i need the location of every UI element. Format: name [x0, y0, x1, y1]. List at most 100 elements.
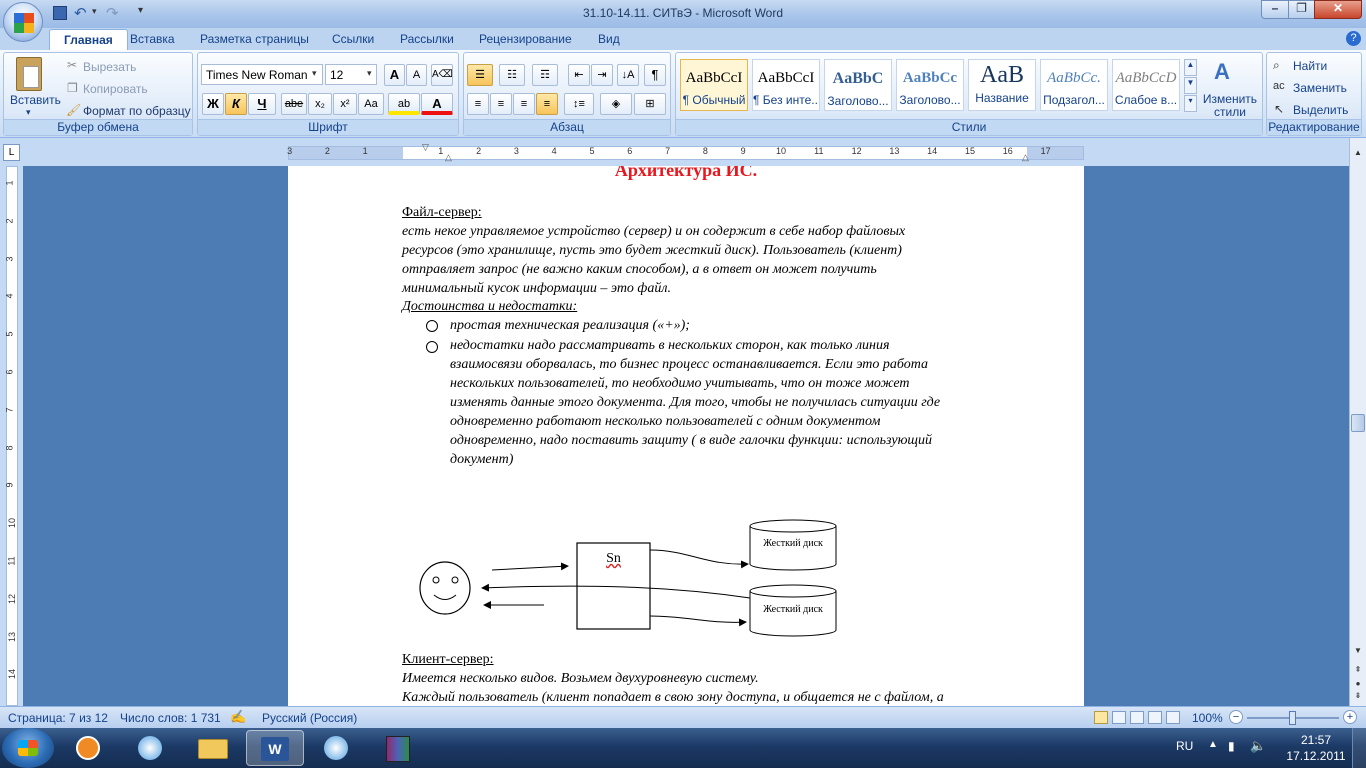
outline-view-icon[interactable]: [1148, 711, 1162, 724]
style-heading-2[interactable]: AaBbCc Заголово...: [896, 59, 964, 111]
maximize-button[interactable]: ❐: [1288, 0, 1315, 19]
borders-icon[interactable]: ⊞: [634, 93, 666, 115]
full-screen-view-icon[interactable]: [1112, 711, 1126, 724]
font-family-select[interactable]: Times New Roman: [201, 64, 323, 85]
style-subtitle[interactable]: AaBbCc. Подзагол...: [1040, 59, 1108, 111]
replace-icon[interactable]: ac: [1273, 80, 1285, 92]
format-painter-button[interactable]: Формат по образцу: [83, 104, 191, 118]
scissors-icon[interactable]: ✂: [67, 58, 77, 72]
minimize-button[interactable]: –: [1261, 0, 1289, 19]
grow-font-icon[interactable]: A: [384, 64, 405, 86]
italic-button[interactable]: К: [225, 93, 247, 115]
tab-mailings[interactable]: Рассылки: [386, 29, 468, 50]
numbering-icon[interactable]: ☷: [499, 64, 525, 86]
bullets-icon[interactable]: ☰: [467, 64, 493, 86]
format-painter-icon[interactable]: 🖌: [66, 103, 81, 117]
sort-icon[interactable]: ↓A: [617, 64, 639, 86]
underline-button[interactable]: Ч: [248, 93, 276, 115]
style-normal[interactable]: AaBbCcI ¶ Обычный: [680, 59, 748, 111]
next-page-icon[interactable]: ⇟: [1351, 691, 1365, 705]
web-layout-view-icon[interactable]: [1130, 711, 1144, 724]
media-player-icon[interactable]: [60, 730, 118, 766]
paste-dropdown-icon[interactable]: ▾: [26, 107, 31, 118]
language-indicator[interactable]: Русский (Россия): [262, 711, 357, 725]
paste-button[interactable]: Вставить: [10, 93, 61, 107]
word-taskbar-icon[interactable]: W: [246, 730, 304, 766]
tab-view[interactable]: Вид: [584, 29, 634, 50]
increase-indent-icon[interactable]: ⇥: [591, 64, 613, 86]
language-indicator-tray[interactable]: RU: [1176, 739, 1193, 753]
font-family-dropdown-icon[interactable]: ▾: [312, 68, 317, 79]
draft-view-icon[interactable]: [1166, 711, 1180, 724]
browser2-compass-icon[interactable]: [308, 730, 366, 766]
copy-icon[interactable]: ❐: [67, 81, 78, 95]
right-indent-icon[interactable]: △: [1022, 152, 1029, 163]
bold-button[interactable]: Ж: [202, 93, 224, 115]
select-button[interactable]: Выделить: [1293, 103, 1348, 117]
scroll-down-icon[interactable]: ▼: [1351, 646, 1365, 662]
binoculars-icon[interactable]: ⌕: [1273, 58, 1280, 73]
volume-icon[interactable]: 🔈: [1250, 738, 1266, 754]
zoom-slider[interactable]: [1247, 711, 1339, 725]
tab-insert[interactable]: Вставка: [116, 29, 189, 50]
tab-references[interactable]: Ссылки: [318, 29, 388, 50]
style-subtle-emphasis[interactable]: AaBbCcD Слабое в...: [1112, 59, 1180, 111]
styles-scroll-down-icon[interactable]: ▼: [1184, 77, 1197, 94]
left-indent-icon[interactable]: △: [445, 152, 452, 163]
word-count[interactable]: Число слов: 1 731: [120, 711, 221, 725]
zoom-out-icon[interactable]: −: [1229, 710, 1243, 724]
change-case-button[interactable]: Aa: [358, 93, 384, 115]
copy-button[interactable]: Копировать: [83, 82, 148, 96]
prev-page-icon[interactable]: ⇞: [1351, 665, 1365, 679]
show-marks-icon[interactable]: ¶: [644, 64, 666, 86]
tab-review[interactable]: Рецензирование: [465, 29, 586, 50]
tab-page-layout[interactable]: Разметка страницы: [186, 29, 323, 50]
office-button[interactable]: [3, 2, 43, 42]
font-color-icon[interactable]: A: [421, 93, 453, 115]
close-button[interactable]: ✕: [1314, 0, 1362, 19]
shrink-font-icon[interactable]: A: [406, 64, 427, 86]
zoom-level[interactable]: 100%: [1192, 711, 1223, 725]
shading-icon[interactable]: ◈: [600, 93, 632, 115]
clock-time[interactable]: 21:57: [1284, 733, 1348, 747]
vertical-ruler[interactable]: 1 2 3 4 5 6 7 8 9 10 11 12 13 14: [0, 166, 23, 706]
scroll-up-icon[interactable]: ▲: [1351, 148, 1365, 164]
font-size-dropdown-icon[interactable]: ▾: [367, 68, 372, 79]
show-hidden-icons-icon[interactable]: ▲: [1208, 739, 1218, 750]
justify-icon[interactable]: ≡: [536, 93, 558, 115]
align-left-icon[interactable]: ≡: [467, 93, 489, 115]
decrease-indent-icon[interactable]: ⇤: [568, 64, 590, 86]
superscript-button[interactable]: x²: [333, 93, 357, 115]
zoom-in-icon[interactable]: +: [1343, 710, 1357, 724]
paste-icon[interactable]: [16, 57, 42, 91]
browser-compass-icon[interactable]: [122, 730, 180, 766]
help-icon[interactable]: ?: [1346, 31, 1361, 46]
network-icon[interactable]: ▮: [1228, 739, 1235, 753]
zoom-slider-thumb[interactable]: [1289, 711, 1296, 725]
strikethrough-button[interactable]: abe: [281, 93, 307, 115]
styles-scroll-up-icon[interactable]: ▲: [1184, 59, 1197, 76]
change-styles-button[interactable]: Изменить стили: [1200, 93, 1260, 119]
tab-selector-icon[interactable]: L: [3, 144, 20, 161]
document-page[interactable]: Архитектура ИС. Файл-сервер: есть некое …: [288, 166, 1084, 706]
highlight-icon[interactable]: ab: [388, 93, 420, 115]
styles-more-icon[interactable]: ▾: [1184, 95, 1197, 112]
winrar-icon[interactable]: [370, 730, 428, 766]
clear-format-icon[interactable]: A⌫: [431, 64, 453, 86]
scroll-thumb[interactable]: [1351, 414, 1365, 432]
subscript-button[interactable]: x₂: [308, 93, 332, 115]
browse-object-icon[interactable]: ●: [1351, 679, 1365, 691]
multilevel-list-icon[interactable]: ☶: [532, 64, 558, 86]
explorer-folder-icon[interactable]: [184, 730, 242, 766]
style-title[interactable]: AaB Название: [968, 59, 1036, 111]
page-indicator[interactable]: Страница: 7 из 12: [8, 711, 108, 725]
start-button[interactable]: [2, 728, 54, 768]
line-spacing-icon[interactable]: ↕≡: [564, 93, 594, 115]
show-desktop-button[interactable]: [1352, 728, 1366, 768]
replace-button[interactable]: Заменить: [1293, 81, 1347, 95]
print-layout-view-icon[interactable]: [1094, 711, 1108, 724]
horizontal-ruler[interactable]: 3 2 1 1 2 3 4 5 6 7 8 9 10 11 12 13 14 15 16 17: [287, 146, 1084, 160]
align-right-icon[interactable]: ≡: [513, 93, 535, 115]
proofing-icon[interactable]: ✍: [230, 709, 246, 725]
style-heading-1[interactable]: AaBbC Заголово...: [824, 59, 892, 111]
